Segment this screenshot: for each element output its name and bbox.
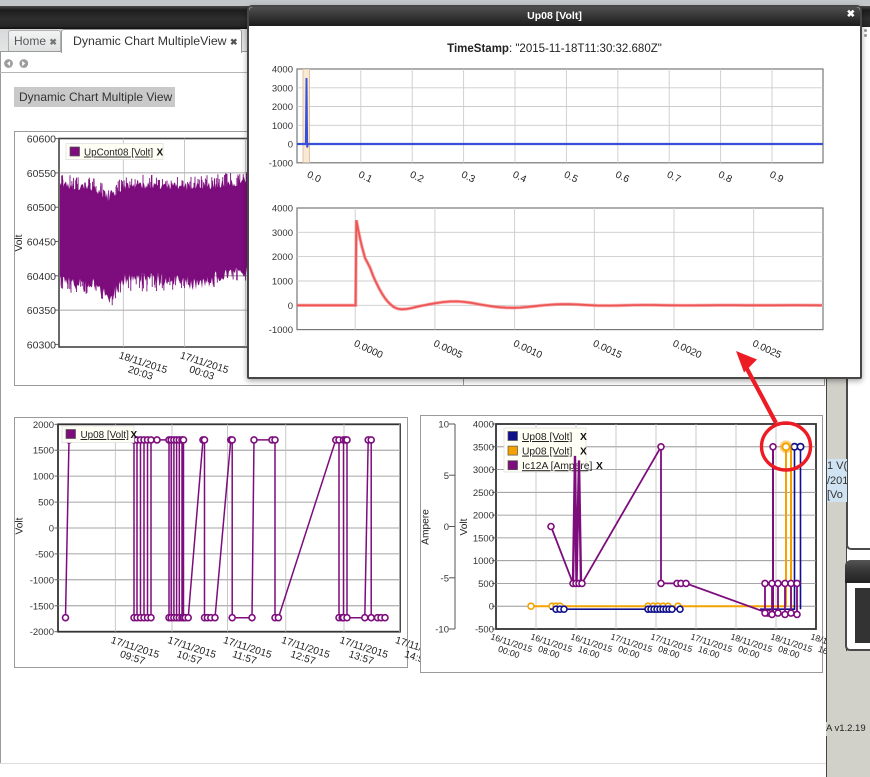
- svg-text:-1000: -1000: [30, 575, 54, 586]
- svg-text:-1500: -1500: [30, 601, 54, 612]
- svg-text:1000: 1000: [272, 121, 293, 132]
- svg-text:0.2: 0.2: [408, 170, 426, 186]
- svg-text:Volt: Volt: [14, 234, 25, 251]
- svg-text:3000: 3000: [272, 83, 293, 94]
- svg-text:60400: 60400: [27, 271, 56, 283]
- svg-text:0.0015: 0.0015: [591, 338, 624, 361]
- svg-text:-5: -5: [441, 573, 449, 584]
- svg-text:Up08 [Volt]: Up08 [Volt]: [522, 432, 573, 443]
- svg-text:2500: 2500: [473, 488, 494, 499]
- svg-text:0: 0: [288, 301, 293, 312]
- svg-text:60300: 60300: [27, 339, 56, 351]
- svg-text:5: 5: [444, 471, 449, 482]
- svg-text:0.0020: 0.0020: [671, 338, 704, 361]
- svg-text:3000: 3000: [272, 228, 293, 239]
- svg-text:0.1: 0.1: [357, 170, 375, 186]
- svg-text:0: 0: [49, 524, 54, 535]
- svg-text:0.9: 0.9: [768, 170, 786, 186]
- svg-text:-1000: -1000: [269, 325, 293, 336]
- svg-text:0.5: 0.5: [562, 170, 580, 186]
- svg-text:0.4: 0.4: [511, 170, 529, 186]
- svg-text:1500: 1500: [33, 446, 54, 457]
- svg-text:1000: 1000: [33, 472, 54, 483]
- svg-text:Volt: Volt: [15, 517, 26, 534]
- svg-text:Ampere: Ampere: [421, 509, 432, 545]
- svg-text:X: X: [580, 447, 587, 458]
- svg-text:0.3: 0.3: [459, 170, 477, 186]
- svg-text:60600: 60600: [27, 134, 56, 146]
- svg-text:-500: -500: [35, 549, 54, 560]
- svg-text:4000: 4000: [473, 420, 494, 431]
- svg-text:4000: 4000: [272, 204, 293, 215]
- svg-text:2000: 2000: [473, 511, 494, 522]
- svg-text:0: 0: [444, 522, 449, 533]
- svg-text:2000: 2000: [33, 420, 54, 431]
- svg-text:60550: 60550: [27, 168, 56, 180]
- svg-text:X: X: [157, 148, 164, 159]
- svg-text:1000: 1000: [473, 556, 494, 567]
- svg-text:0.0010: 0.0010: [511, 338, 544, 361]
- svg-text:0: 0: [288, 140, 293, 151]
- svg-text:4000: 4000: [272, 65, 293, 76]
- svg-text:0.8: 0.8: [716, 170, 734, 186]
- svg-text:3500: 3500: [473, 442, 494, 453]
- svg-text:-2000: -2000: [30, 627, 54, 638]
- svg-text:0.0005: 0.0005: [432, 338, 465, 361]
- svg-text:Up08 [Volt]: Up08 [Volt]: [81, 430, 130, 441]
- svg-text:Up08 [Volt]: Up08 [Volt]: [522, 447, 573, 458]
- svg-text:0.0025: 0.0025: [750, 338, 783, 361]
- svg-text:2000: 2000: [272, 252, 293, 263]
- svg-text:X: X: [596, 461, 603, 472]
- svg-text:-10: -10: [435, 625, 449, 636]
- svg-text:1000: 1000: [272, 276, 293, 287]
- svg-text:0.6: 0.6: [614, 170, 632, 186]
- svg-text:X: X: [580, 432, 587, 443]
- svg-text:60500: 60500: [27, 202, 56, 214]
- svg-text:500: 500: [478, 579, 494, 590]
- svg-text:0.7: 0.7: [665, 170, 683, 186]
- svg-text:1500: 1500: [473, 533, 494, 544]
- svg-text:60350: 60350: [27, 305, 56, 317]
- svg-text:UpCont08 [Volt]: UpCont08 [Volt]: [84, 148, 153, 159]
- svg-text:10: 10: [438, 420, 449, 431]
- svg-text:Volt: Volt: [459, 518, 470, 535]
- svg-text:0: 0: [489, 602, 494, 613]
- svg-text:60450: 60450: [27, 237, 56, 249]
- svg-text:500: 500: [38, 498, 54, 509]
- svg-text:X: X: [131, 430, 138, 441]
- svg-text:-1000: -1000: [269, 158, 293, 169]
- svg-text:0.0000: 0.0000: [352, 338, 385, 361]
- svg-text:Ic12A [Ampere]: Ic12A [Ampere]: [522, 461, 593, 472]
- svg-text:0.0: 0.0: [305, 170, 323, 186]
- svg-text:3000: 3000: [473, 465, 494, 476]
- svg-text:2000: 2000: [272, 102, 293, 113]
